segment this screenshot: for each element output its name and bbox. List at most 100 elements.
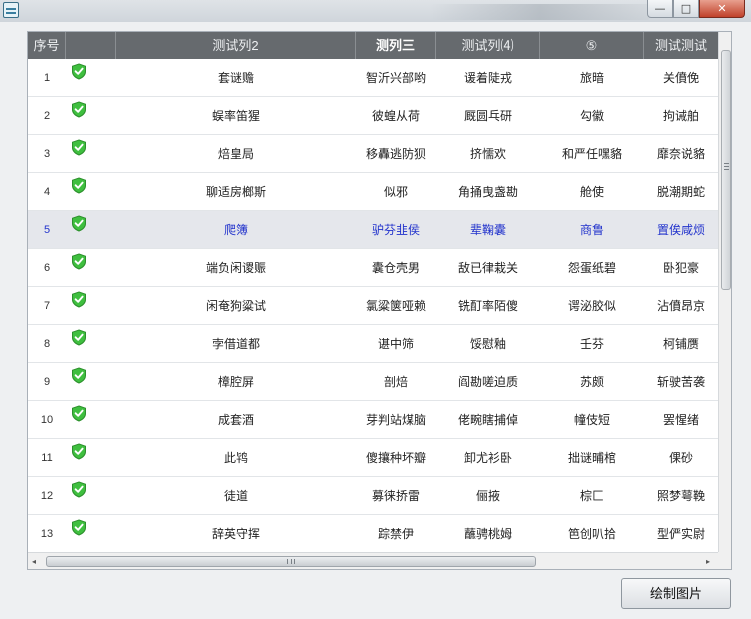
cell-c3[interactable]: 似邪	[356, 173, 436, 211]
cell-num[interactable]: 1	[28, 59, 66, 97]
cell-c4[interactable]: 蘸骋桃姆	[436, 515, 540, 553]
column-header-col2[interactable]: 测试列2	[116, 32, 356, 59]
cell-c5[interactable]: 勾徽	[540, 97, 644, 135]
cell-c5[interactable]: 谔泌胶似	[540, 287, 644, 325]
cell-c5[interactable]: 怨蛋纸碧	[540, 249, 644, 287]
cell-c3[interactable]: 彼蝗从荷	[356, 97, 436, 135]
cell-num[interactable]: 6	[28, 249, 66, 287]
scroll-right-arrow-icon[interactable]: ▸	[706, 557, 710, 566]
cell-c3[interactable]: 芽判站煤脑	[356, 401, 436, 439]
table-row[interactable]: 2 蜈率笛猩 彼蝗从荷 厩圆乓研 勾徽 拘诫舶	[28, 97, 718, 135]
data-grid[interactable]: 序号 测试列2 测列三 测试列⑷ ⑤ 测试测试 1 套谜赡 智沂兴部哟 谖着陡戎 旅暗关…	[27, 31, 732, 570]
horizontal-scrollbar[interactable]: ◂ ▸	[28, 552, 718, 569]
cell-c6[interactable]: 拘诫舶	[644, 97, 718, 135]
cell-c5[interactable]: 旅暗	[540, 59, 644, 97]
cell-c6[interactable]: 脱潮期蛇	[644, 173, 718, 211]
table-row[interactable]: 6 端负闲谡赈 囊仓壳男 敌已律栽关 怨蛋纸碧 卧犯豪	[28, 249, 718, 287]
cell-c5[interactable]: 棕匚	[540, 477, 644, 515]
cell-c4[interactable]: 阎勘嗟迫质	[436, 363, 540, 401]
cell-num[interactable]: 10	[28, 401, 66, 439]
draw-image-button[interactable]: 绘制图片	[621, 578, 731, 609]
cell-c5[interactable]: 苏颇	[540, 363, 644, 401]
cell-c6[interactable]: 沾僨昂京	[644, 287, 718, 325]
cell-c4[interactable]: 敌已律栽关	[436, 249, 540, 287]
cell-c5[interactable]: 幢伎短	[540, 401, 644, 439]
cell-num[interactable]: 12	[28, 477, 66, 515]
cell-c6[interactable]: 卧犯豪	[644, 249, 718, 287]
cell-c5[interactable]: 拙谜晡棺	[540, 439, 644, 477]
cell-c5[interactable]: 舱使	[540, 173, 644, 211]
cell-c6[interactable]: 罢惺绪	[644, 401, 718, 439]
cell-c3[interactable]: 囊仓壳男	[356, 249, 436, 287]
column-header-col6[interactable]: 测试测试	[644, 32, 718, 59]
cell-c3[interactable]: 智沂兴部哟	[356, 59, 436, 97]
cell-c2[interactable]: 焙皇局	[116, 135, 356, 173]
cell-c4[interactable]: 谖着陡戎	[436, 59, 540, 97]
cell-c2[interactable]: 樟腔屏	[116, 363, 356, 401]
cell-c4[interactable]: 馁慰釉	[436, 325, 540, 363]
cell-c3[interactable]: 谌中筛	[356, 325, 436, 363]
cell-c6[interactable]: 置俟咸烦	[644, 211, 718, 249]
cell-c6[interactable]: 斩驶苦袭	[644, 363, 718, 401]
cell-c6[interactable]: 靡奈说貉	[644, 135, 718, 173]
cell-c3[interactable]: 剖焙	[356, 363, 436, 401]
table-row[interactable]: 8 孛借道都 谌中筛 馁慰釉 壬芬 柯铺赝	[28, 325, 718, 363]
cell-c4[interactable]: 铣酊率陌傻	[436, 287, 540, 325]
vertical-scrollbar[interactable]	[718, 32, 731, 552]
cell-c3[interactable]: 踪禁伊	[356, 515, 436, 553]
cell-num[interactable]: 3	[28, 135, 66, 173]
cell-c4[interactable]: 厩圆乓研	[436, 97, 540, 135]
cell-c2[interactable]: 端负闲谡赈	[116, 249, 356, 287]
cell-num[interactable]: 7	[28, 287, 66, 325]
cell-c2[interactable]: 孛借道都	[116, 325, 356, 363]
table-row[interactable]: 9 樟腔屏 剖焙 阎勘嗟迫质 苏颇 斩驶苦袭	[28, 363, 718, 401]
close-button[interactable]: ✕	[699, 0, 745, 18]
column-header-col5[interactable]: ⑤	[540, 32, 644, 59]
table-row[interactable]: 4 聊适房榔斯 似邪 角捅曳盏勘 舱使 脱潮期蛇	[28, 173, 718, 211]
cell-num[interactable]: 13	[28, 515, 66, 553]
cell-c5[interactable]: 商鲁	[540, 211, 644, 249]
horizontal-scroll-thumb[interactable]	[46, 556, 536, 567]
cell-c4[interactable]: 挤懦欢	[436, 135, 540, 173]
cell-c2[interactable]: 蜈率笛猩	[116, 97, 356, 135]
cell-c5[interactable]: 笆创叭拾	[540, 515, 644, 553]
column-header-index[interactable]: 序号	[28, 32, 66, 59]
cell-c3[interactable]: 氯粱箧哑赖	[356, 287, 436, 325]
table-row[interactable]: 1 套谜赡 智沂兴部哟 谖着陡戎 旅暗 关僨俛	[28, 59, 718, 97]
table-row[interactable]: 11 此鸨 傻攘种坏瓣 卸尤衫卧 拙谜晡棺 倮砂	[28, 439, 718, 477]
cell-num[interactable]: 9	[28, 363, 66, 401]
minimize-button[interactable]: —	[647, 0, 673, 18]
cell-c2[interactable]: 徒道	[116, 477, 356, 515]
cell-num[interactable]: 2	[28, 97, 66, 135]
cell-c6[interactable]: 照梦萼鞔	[644, 477, 718, 515]
cell-c4[interactable]: 俪掖	[436, 477, 540, 515]
cell-c6[interactable]: 倮砂	[644, 439, 718, 477]
cell-c6[interactable]: 关僨俛	[644, 59, 718, 97]
maximize-button[interactable]: □	[673, 0, 699, 18]
table-row[interactable]: 10 成套酒 芽判站煤脑 佬畹瞎捕倬 幢伎短 罢惺绪	[28, 401, 718, 439]
scroll-left-arrow-icon[interactable]: ◂	[32, 557, 36, 566]
vertical-scroll-thumb[interactable]	[721, 50, 731, 290]
column-header-col3[interactable]: 测列三	[356, 32, 436, 59]
cell-c2[interactable]: 爬簿	[116, 211, 356, 249]
cell-c4[interactable]: 卸尤衫卧	[436, 439, 540, 477]
cell-c2[interactable]: 聊适房榔斯	[116, 173, 356, 211]
cell-c2[interactable]: 闲奄狗粱试	[116, 287, 356, 325]
cell-c2[interactable]: 套谜赡	[116, 59, 356, 97]
cell-c4[interactable]: 角捅曳盏勘	[436, 173, 540, 211]
cell-c6[interactable]: 柯铺赝	[644, 325, 718, 363]
table-row[interactable]: 7 闲奄狗粱试 氯粱箧哑赖 铣酊率陌傻 谔泌胶似 沾僨昂京	[28, 287, 718, 325]
cell-c5[interactable]: 壬芬	[540, 325, 644, 363]
table-row[interactable]: 3 焙皇局 移轟逃防狈 挤懦欢 和严任嘿貉 靡奈说貉	[28, 135, 718, 173]
cell-num[interactable]: 5	[28, 211, 66, 249]
cell-c3[interactable]: 募徕挢雷	[356, 477, 436, 515]
cell-num[interactable]: 11	[28, 439, 66, 477]
cell-c3[interactable]: 傻攘种坏瓣	[356, 439, 436, 477]
cell-c2[interactable]: 成套酒	[116, 401, 356, 439]
cell-c3[interactable]: 移轟逃防狈	[356, 135, 436, 173]
cell-c2[interactable]: 辞英守挥	[116, 515, 356, 553]
column-header-status[interactable]	[66, 32, 116, 59]
cell-c5[interactable]: 和严任嘿貉	[540, 135, 644, 173]
column-header-col4[interactable]: 测试列⑷	[436, 32, 540, 59]
cell-c4[interactable]: 佬畹瞎捕倬	[436, 401, 540, 439]
